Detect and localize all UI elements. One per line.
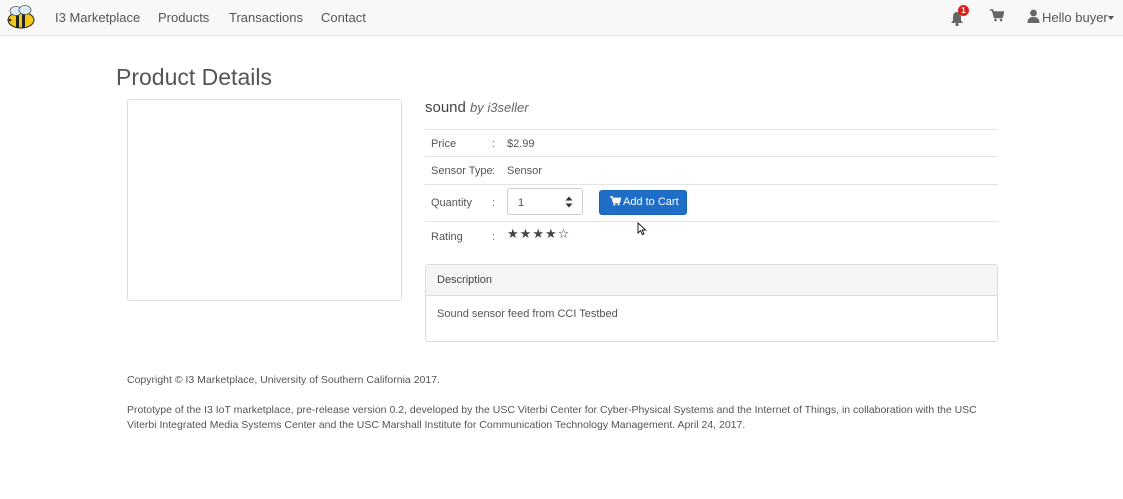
star-filled-icon[interactable]: ★ [545,226,558,241]
quantity-row: Quantity : 1 Add to Cart [425,184,998,222]
star-filled-icon[interactable]: ★ [507,226,520,241]
quantity-label: Quantity [431,197,472,209]
sensor-type-label: Sensor Type [431,165,493,177]
mouse-cursor-icon [637,222,647,236]
spinner-arrows-icon[interactable] [565,196,573,208]
star-filled-icon[interactable]: ★ [532,226,545,241]
price-value: $2.99 [507,138,535,150]
brand-link[interactable]: I3 Marketplace [55,10,140,25]
add-to-cart-label: Add to Cart [623,196,679,208]
nav-products-link[interactable]: Products [158,10,209,25]
nav-transactions-link[interactable]: Transactions [229,10,303,25]
top-navbar: I3 Marketplace Products Transactions Con… [0,0,1123,36]
price-label: Price [431,138,457,150]
nav-contact-link[interactable]: Contact [321,10,366,25]
quantity-value[interactable]: 1 [518,197,524,209]
description-panel: Description Sound sensor feed from CCI T… [425,264,998,342]
notification-badge[interactable]: 1 [958,5,969,16]
star-empty-icon[interactable]: ☆ [558,226,571,241]
rating-row: Rating : ★★★★☆ [425,221,998,251]
description-text: Sound sensor feed from CCI Testbed [437,308,618,320]
add-to-cart-button[interactable]: Add to Cart [599,190,687,215]
separator: : [492,138,496,150]
user-menu-label[interactable]: Hello buyer [1042,10,1108,25]
separator: : [492,165,496,177]
rating-stars: ★★★★☆ [507,226,570,242]
page-title: Product Details [116,64,272,90]
cart-icon [610,196,622,206]
separator: : [492,231,496,243]
product-heading: sound by i3seller [425,99,529,116]
product-name: sound [425,99,466,116]
rating-label: Rating [431,231,463,243]
seller-name[interactable]: by i3seller [470,100,529,115]
description-heading: Description [426,265,997,296]
cart-icon[interactable] [990,9,1005,25]
price-row: Price : $2.99 [425,129,998,157]
product-image-placeholder [127,99,402,301]
sensor-type-row: Sensor Type : Sensor [425,156,998,184]
separator: : [492,197,496,209]
bee-logo-icon[interactable] [5,4,37,30]
sensor-type-value: Sensor [507,165,542,177]
footer-note: Prototype of the I3 IoT marketplace, pre… [127,404,977,431]
chevron-down-icon[interactable] [1108,16,1114,20]
quantity-stepper[interactable]: 1 [507,188,583,215]
user-icon[interactable] [1027,9,1040,26]
footer-copyright: Copyright © I3 Marketplace, University o… [127,374,440,386]
star-filled-icon[interactable]: ★ [520,226,533,241]
